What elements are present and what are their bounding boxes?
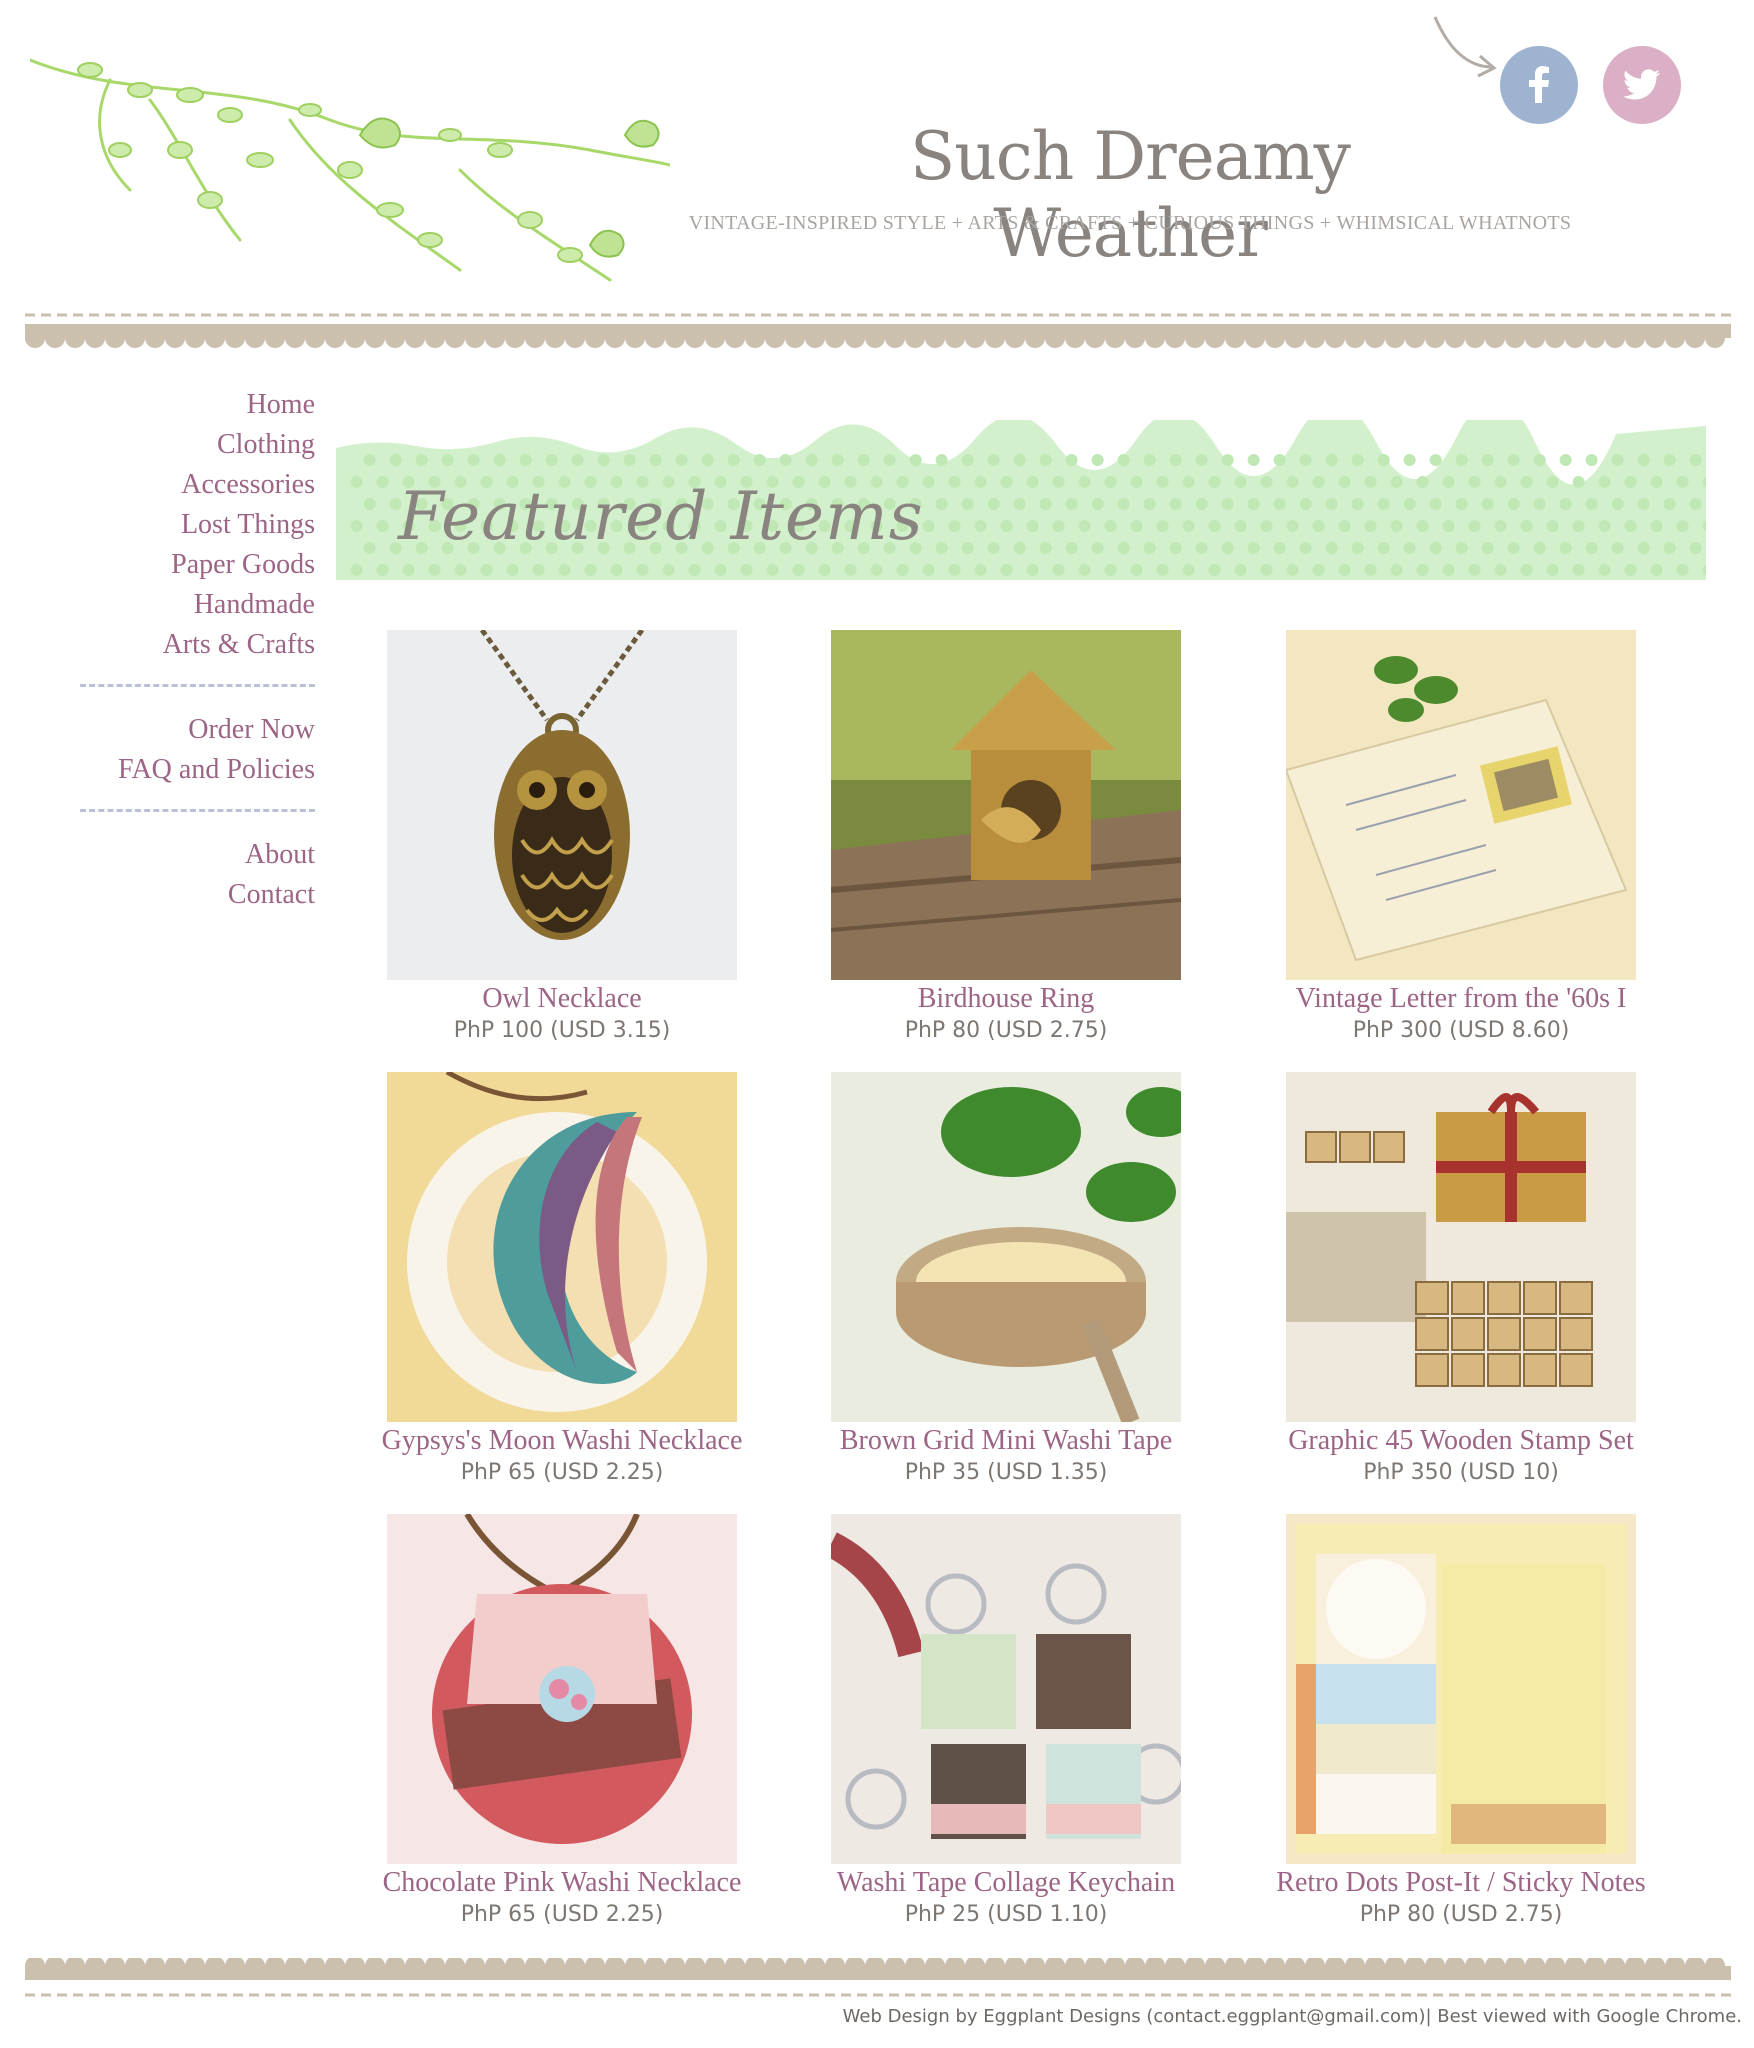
twitter-icon: [1623, 69, 1661, 100]
product-name[interactable]: Retro Dots Post-It / Sticky Notes: [1241, 1866, 1681, 1900]
sidebar-item-accessories[interactable]: Accessories: [60, 465, 315, 505]
birdhouse-ring-image: [831, 630, 1181, 980]
sidebar-item-clothing[interactable]: Clothing: [60, 425, 315, 465]
product-name[interactable]: Birdhouse Ring: [786, 982, 1226, 1016]
sidebar-item-about[interactable]: About: [60, 835, 315, 875]
site-title[interactable]: Such Dreamy Weather: [820, 118, 1440, 272]
vintage-letter-image: [1286, 630, 1636, 980]
product-card[interactable]: Graphic 45 Wooden Stamp Set PhP 350 (USD…: [1241, 1072, 1681, 1488]
product-card[interactable]: Washi Tape Collage Keychain PhP 25 (USD …: [786, 1514, 1226, 1930]
sidebar-item-faq-policies[interactable]: FAQ and Policies: [60, 750, 315, 790]
facebook-button[interactable]: [1500, 46, 1578, 124]
product-card[interactable]: Chocolate Pink Washi Necklace PhP 65 (US…: [342, 1514, 782, 1930]
product-name[interactable]: Gypsys's Moon Washi Necklace: [342, 1424, 782, 1458]
wooden-stamp-set-image: [1286, 1072, 1636, 1422]
sidebar-item-home[interactable]: Home: [60, 385, 315, 425]
washi-keychain-image: [831, 1514, 1181, 1864]
owl-necklace-image: [387, 630, 737, 980]
scalloped-divider-top: [25, 313, 1731, 348]
product-price: PhP 65 (USD 2.25): [460, 1902, 664, 1927]
product-card[interactable]: Gypsys's Moon Washi Necklace PhP 65 (USD…: [342, 1072, 782, 1488]
product-price: PhP 80 (USD 2.75): [1359, 1902, 1563, 1927]
sidebar-nav: Home Clothing Accessories Lost Things Pa…: [60, 385, 315, 915]
product-name[interactable]: Owl Necklace: [342, 982, 782, 1016]
site-tagline: VINTAGE-INSPIRED STYLE + ARTS & CRAFTS +…: [688, 212, 1572, 234]
product-price: PhP 35 (USD 1.35): [904, 1460, 1108, 1485]
product-name[interactable]: Brown Grid Mini Washi Tape: [786, 1424, 1226, 1458]
product-price: PhP 350 (USD 10): [1363, 1460, 1559, 1485]
chocolate-pink-washi-necklace-image: [387, 1514, 737, 1864]
product-name[interactable]: Washi Tape Collage Keychain: [786, 1866, 1226, 1900]
curved-arrow-icon: [1433, 16, 1497, 78]
product-name[interactable]: Graphic 45 Wooden Stamp Set: [1241, 1424, 1681, 1458]
product-price: PhP 100 (USD 3.15): [453, 1018, 671, 1043]
product-name[interactable]: Chocolate Pink Washi Necklace: [342, 1866, 782, 1900]
product-card[interactable]: Brown Grid Mini Washi Tape PhP 35 (USD 1…: [786, 1072, 1226, 1488]
brown-grid-washi-tape-image: [831, 1072, 1181, 1422]
facebook-icon: [1529, 66, 1549, 103]
sidebar-item-lost-things[interactable]: Lost Things: [60, 505, 315, 545]
sidebar-item-order-now[interactable]: Order Now: [60, 710, 315, 750]
product-card[interactable]: Vintage Letter from the '60s I PhP 300 (…: [1241, 630, 1681, 1046]
sidebar-item-arts-crafts[interactable]: Arts & Crafts: [60, 625, 315, 665]
product-card[interactable]: Owl Necklace PhP 100 (USD 3.15): [342, 630, 782, 1046]
sticky-notes-image: [1286, 1514, 1636, 1864]
product-card[interactable]: Birdhouse Ring PhP 80 (USD 2.75): [786, 630, 1226, 1046]
sidebar-item-paper-goods[interactable]: Paper Goods: [60, 545, 315, 585]
twitter-button[interactable]: [1603, 46, 1681, 124]
scalloped-divider-bottom: [25, 1958, 1731, 1997]
sidebar-item-contact[interactable]: Contact: [60, 875, 315, 915]
moon-washi-necklace-image: [387, 1072, 737, 1422]
featured-heading: Featured Items: [398, 478, 924, 555]
product-price: PhP 65 (USD 2.25): [460, 1460, 664, 1485]
bird-branch-illustration: [30, 58, 670, 282]
product-name[interactable]: Vintage Letter from the '60s I: [1241, 982, 1681, 1016]
product-price: PhP 25 (USD 1.10): [904, 1902, 1108, 1927]
sidebar-divider: [80, 684, 315, 687]
product-price: PhP 80 (USD 2.75): [904, 1018, 1108, 1043]
product-card[interactable]: Retro Dots Post-It / Sticky Notes PhP 80…: [1241, 1514, 1681, 1930]
footer-credits: Web Design by Eggplant Designs (contact.…: [842, 2006, 1742, 2027]
sidebar-item-handmade[interactable]: Handmade: [60, 585, 315, 625]
product-price: PhP 300 (USD 8.60): [1352, 1018, 1570, 1043]
sidebar-divider: [80, 809, 315, 812]
